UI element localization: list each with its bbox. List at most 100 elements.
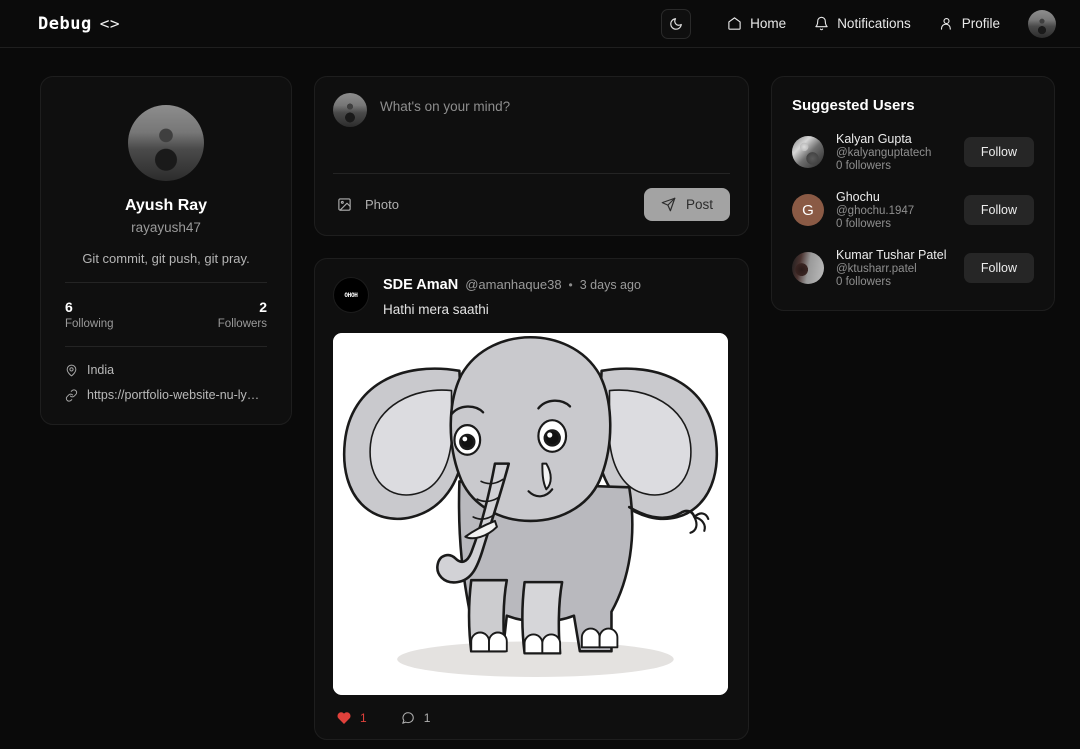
suggested-users-title: Suggested Users: [792, 97, 915, 114]
divider: [65, 282, 267, 283]
avatar-image: [792, 252, 824, 284]
suggested-users-card: Suggested Users Kalyan Gupta @kalyangupt…: [771, 76, 1055, 311]
profile-website-text: https://portfolio-website-nu-lyart.ver…: [87, 388, 265, 402]
suggested-user-row: Kumar Tushar Patel @ktusharr.patel 0 fol…: [792, 248, 1034, 288]
moon-icon: [669, 17, 683, 31]
comment-count: 1: [423, 711, 431, 725]
suggested-user-name[interactable]: Ghochu: [836, 190, 952, 204]
heart-icon: [337, 711, 351, 725]
suggested-user-info: Ghochu @ghochu.1947 0 followers: [836, 190, 952, 230]
stat-following-label: Following: [65, 318, 114, 330]
profile-bio: Git commit, git push, git pray.: [82, 251, 250, 266]
logo-text: Debug: [38, 13, 92, 34]
comment-icon: [401, 711, 415, 725]
like-button[interactable]: 1: [337, 711, 367, 725]
profile-handle: rayayush47: [131, 220, 201, 235]
like-count: 1: [360, 711, 367, 725]
nav-item-profile-label: Profile: [961, 16, 1000, 31]
feed-post: OHOH SDE AmaN @amanhaque38 • 3 days ago …: [314, 258, 749, 740]
suggested-user-followers: 0 followers: [836, 218, 891, 230]
profile-card: Ayush Ray rayayush47 Git commit, git pus…: [40, 76, 292, 425]
profile-location-text: India: [87, 363, 115, 377]
user-icon: [939, 16, 954, 31]
suggested-user-avatar[interactable]: G: [792, 194, 824, 226]
comment-button[interactable]: 1: [401, 711, 431, 725]
avatar-image: [128, 105, 204, 181]
stat-following[interactable]: 6 Following: [65, 299, 114, 330]
elephant-illustration: [333, 333, 728, 695]
post-meta: SDE AmaN @amanhaque38 • 3 days ago: [383, 277, 730, 293]
header-avatar[interactable]: [1028, 9, 1056, 38]
avatar-initial: G: [802, 201, 814, 219]
left-column: Ayush Ray rayayush47 Git commit, git pus…: [40, 76, 292, 425]
post-separator: •: [568, 278, 573, 292]
stat-following-value: 6: [65, 299, 73, 315]
profile-avatar[interactable]: [128, 105, 204, 181]
avatar-image: [792, 136, 824, 168]
post-button-label: Post: [685, 197, 713, 212]
post-button[interactable]: Post: [643, 188, 730, 221]
avatar-image: [1028, 9, 1056, 38]
follow-button[interactable]: Follow: [963, 137, 1034, 167]
suggested-user-avatar[interactable]: [792, 252, 824, 284]
post-timestamp: 3 days ago: [579, 278, 641, 292]
suggested-user-name[interactable]: Kalyan Gupta: [836, 132, 952, 146]
nav-item-home[interactable]: Home: [713, 10, 800, 37]
follow-button[interactable]: Follow: [963, 195, 1034, 225]
suggested-user-info: Kumar Tushar Patel @ktusharr.patel 0 fol…: [836, 248, 952, 288]
stat-followers-label: Followers: [217, 318, 267, 330]
nav-item-home-label: Home: [750, 16, 787, 31]
stat-followers[interactable]: 2 Followers: [218, 299, 267, 330]
follow-button[interactable]: Follow: [963, 253, 1034, 283]
composer-input[interactable]: [380, 93, 730, 171]
stat-followers-value: 2: [259, 299, 267, 315]
app-header: Debug <> Home Notifications Profile: [0, 0, 1080, 48]
add-photo-button[interactable]: Photo: [333, 195, 403, 214]
send-icon: [661, 197, 676, 212]
app-logo[interactable]: Debug <>: [38, 14, 120, 34]
post-avatar-text: OHOH: [344, 291, 358, 299]
add-photo-label: Photo: [365, 197, 399, 212]
profile-website[interactable]: https://portfolio-website-nu-lyart.ver…: [65, 388, 267, 402]
suggested-user-handle: @kalyanguptatech: [836, 147, 932, 159]
avatar-image: [333, 93, 367, 127]
suggested-user-row: G Ghochu @ghochu.1947 0 followers Follow: [792, 190, 1034, 230]
post-text: Hathi mera saathi: [383, 302, 489, 317]
header-nav: Home Notifications Profile: [661, 8, 1056, 39]
suggested-user-avatar[interactable]: [792, 136, 824, 168]
suggested-user-info: Kalyan Gupta @kalyanguptatech 0 follower…: [836, 132, 952, 172]
code-chevrons-icon: <>: [99, 14, 120, 33]
suggested-user-handle: @ktusharr.patel: [836, 263, 917, 275]
divider: [333, 173, 730, 174]
post-author-name[interactable]: SDE AmaN: [383, 277, 458, 293]
profile-name: Ayush Ray: [124, 197, 208, 214]
image-icon: [337, 197, 352, 212]
suggested-user-name[interactable]: Kumar Tushar Patel: [836, 248, 952, 262]
composer-avatar: [333, 93, 367, 127]
link-icon: [65, 388, 78, 402]
nav-item-notifications-label: Notifications: [837, 16, 911, 31]
map-pin-icon: [65, 364, 78, 377]
post-author-avatar[interactable]: OHOH: [333, 277, 369, 313]
suggested-user-followers: 0 followers: [836, 160, 891, 172]
post-image[interactable]: [333, 333, 728, 695]
right-column: Suggested Users Kalyan Gupta @kalyangupt…: [771, 76, 1055, 311]
nav-item-profile[interactable]: Profile: [925, 10, 1014, 37]
profile-stats: 6 Following 2 Followers: [65, 299, 267, 330]
composer-top: [333, 93, 730, 171]
divider: [65, 346, 267, 347]
feed-column: Photo Post OHOH: [314, 76, 749, 740]
suggested-user-row: Kalyan Gupta @kalyanguptatech 0 follower…: [792, 132, 1034, 172]
suggested-user-followers: 0 followers: [836, 276, 891, 288]
post-actions: 1 1: [333, 711, 730, 725]
post-composer: Photo Post: [314, 76, 749, 236]
theme-toggle-button[interactable]: [661, 8, 692, 39]
post-author-handle[interactable]: @amanhaque38: [465, 277, 561, 292]
nav-item-notifications[interactable]: Notifications: [800, 10, 925, 37]
main-layout: Ayush Ray rayayush47 Git commit, git pus…: [0, 48, 1080, 740]
post-header: OHOH SDE AmaN @amanhaque38 • 3 days ago …: [333, 277, 730, 317]
profile-location: India: [65, 363, 267, 377]
home-icon: [727, 16, 742, 31]
composer-actions: Photo Post: [333, 188, 730, 221]
suggested-user-handle: @ghochu.1947: [836, 205, 915, 217]
